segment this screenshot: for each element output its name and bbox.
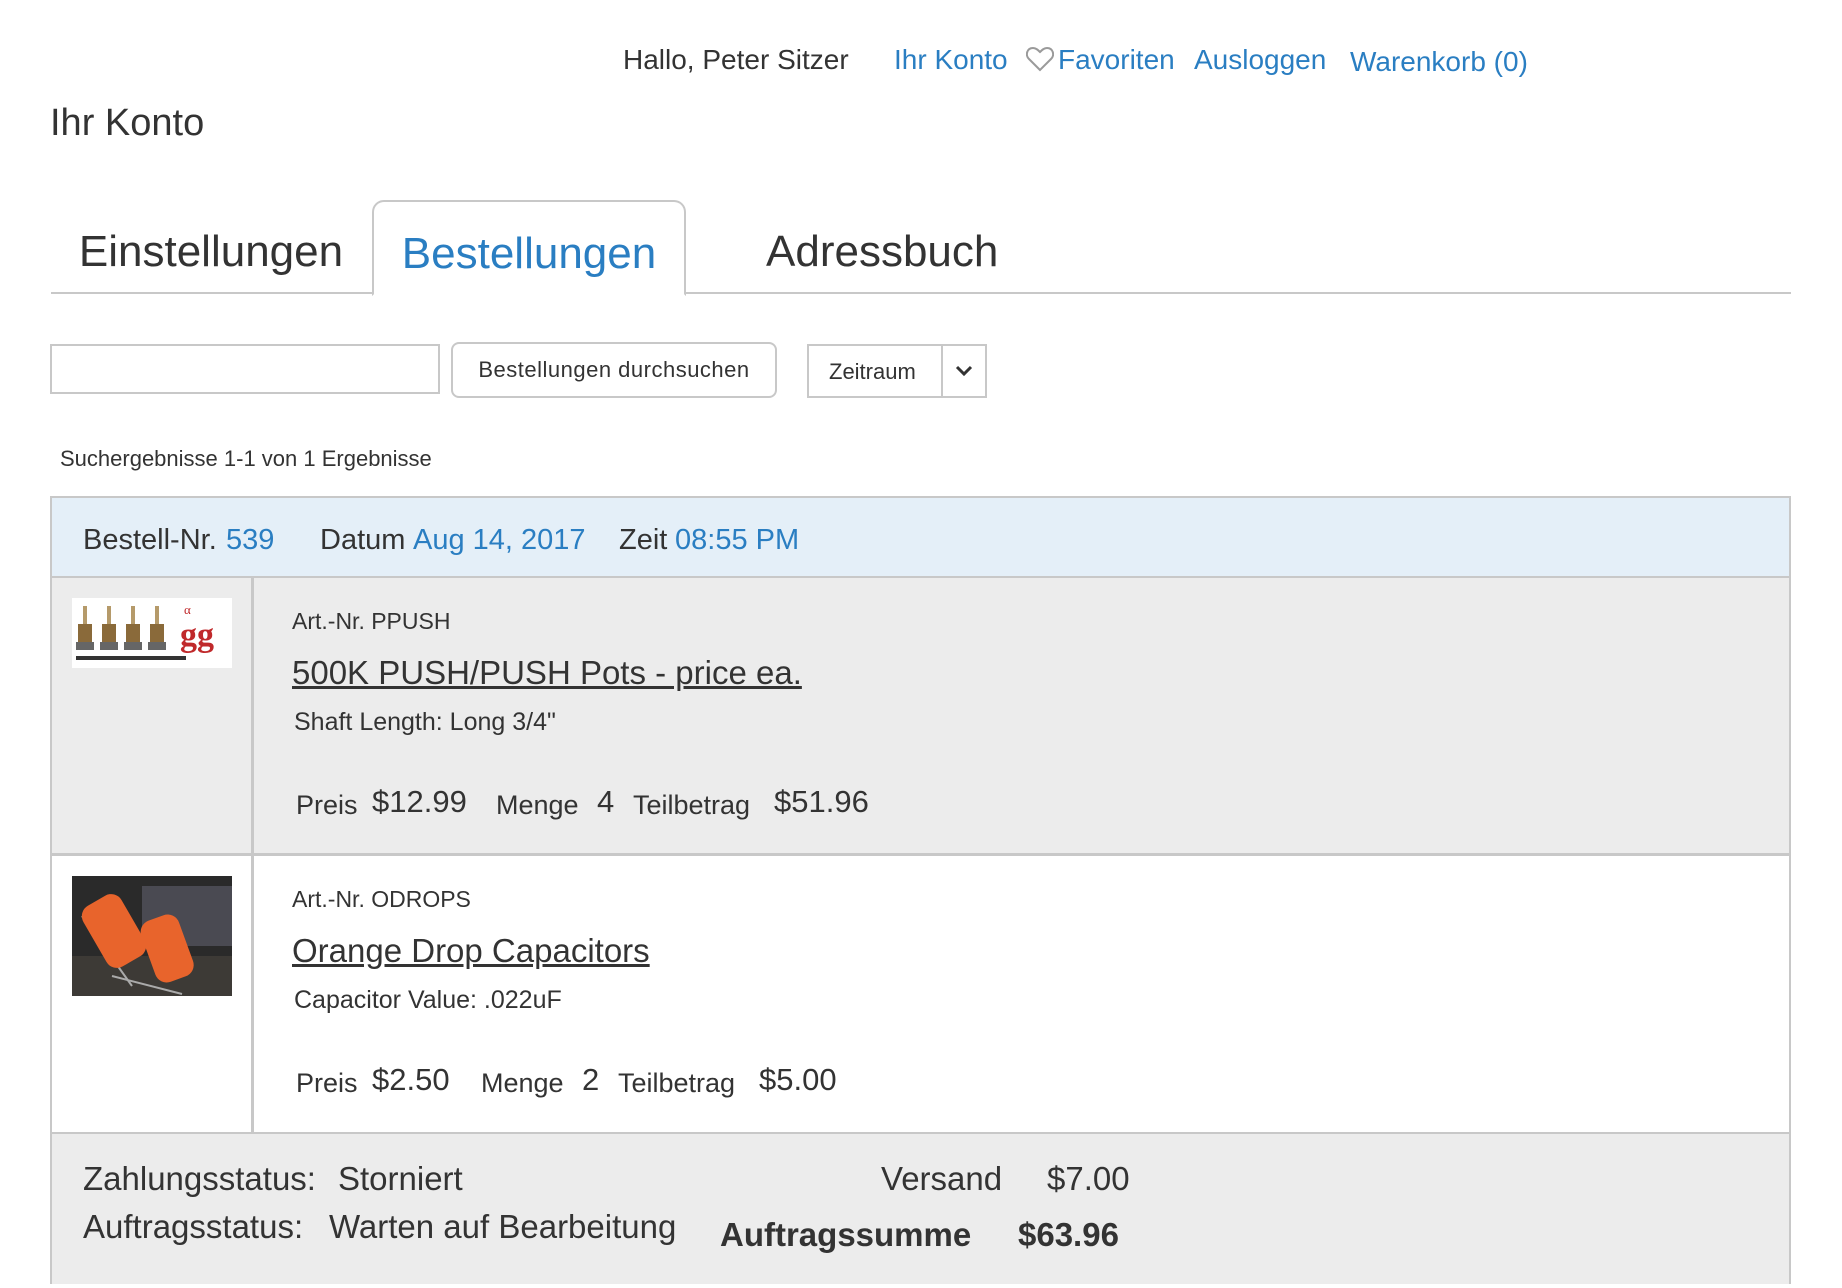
order-time-label: Zeit [619, 524, 668, 556]
favorites-label: Favoriten [1058, 44, 1175, 75]
logout-link[interactable]: Ausloggen [1194, 44, 1326, 76]
order-status-label: Auftragsstatus: [83, 1208, 304, 1245]
subtotal-value: $51.96 [774, 784, 869, 819]
payment-status-value: Storniert [338, 1160, 463, 1197]
order-item: gg α Art.-Nr. PPUSH 500K PUSH/PUSH Pots … [52, 578, 1789, 856]
qty-value: 2 [582, 1062, 600, 1097]
qty-label: Menge [496, 790, 579, 820]
order-summary: Zahlungsstatus: Storniert Auftragsstatus… [52, 1134, 1789, 1284]
item-image-cell [52, 856, 254, 1132]
item-option: Capacitor Value: .022uF [294, 986, 562, 1014]
order-item: Art.-Nr. ODROPS Orange Drop Capacitors C… [52, 856, 1789, 1134]
subtotal-label: Teilbetrag [618, 1068, 736, 1098]
results-count: Suchergebnisse 1-1 von 1 Ergebnisse [60, 446, 432, 471]
heart-icon [1026, 46, 1054, 72]
item-image-cell: gg α [52, 578, 254, 853]
price-label: Preis [296, 790, 358, 820]
price-label: Preis [296, 1068, 358, 1098]
account-tabs: Einstellungen Bestellungen Adressbuch [51, 200, 1791, 296]
price-value: $12.99 [372, 784, 467, 819]
item-sku: Art.-Nr. ODROPS [292, 886, 471, 912]
page-title: Ihr Konto [50, 102, 205, 144]
order-number: 539 [226, 524, 275, 556]
order-date-label: Datum [320, 524, 406, 556]
item-sku: Art.-Nr. PPUSH [292, 608, 451, 634]
tab-orders[interactable]: Bestellungen [372, 200, 686, 296]
price-value: $2.50 [372, 1062, 450, 1097]
item-name-link[interactable]: Orange Drop Capacitors [292, 932, 650, 970]
greeting-text: Hallo, Peter Sitzer [623, 44, 849, 75]
order-total-label: Auftragssumme [720, 1216, 972, 1253]
item-name-link[interactable]: 500K PUSH/PUSH Pots - price ea. [292, 654, 802, 692]
order-date: Aug 14, 2017 [413, 524, 586, 556]
qty-value: 4 [597, 784, 615, 819]
account-link[interactable]: Ihr Konto [894, 44, 1008, 76]
order-total-value: $63.96 [1018, 1216, 1119, 1253]
item-option: Shaft Length: Long 3/4" [294, 708, 556, 736]
qty-label: Menge [481, 1068, 564, 1098]
order-header: Bestell-Nr. 539 Datum Aug 14, 2017 Zeit … [52, 498, 1789, 578]
search-orders-button[interactable]: Bestellungen durchsuchen [451, 342, 777, 398]
payment-status-label: Zahlungsstatus: [83, 1160, 316, 1197]
period-select-label: Zeitraum [829, 359, 916, 384]
product-image-capacitors[interactable] [72, 876, 232, 996]
product-image-pots[interactable]: gg α [72, 598, 232, 668]
order-number-label: Bestell-Nr. [83, 524, 217, 556]
svg-text:gg: gg [180, 617, 214, 654]
period-select[interactable]: Zeitraum [807, 344, 987, 398]
order-status-value: Warten auf Bearbeitung [329, 1208, 677, 1245]
subtotal-value: $5.00 [759, 1062, 837, 1097]
order-time: 08:55 PM [675, 524, 800, 556]
tab-settings[interactable]: Einstellungen [51, 200, 371, 292]
order-card: Bestell-Nr. 539 Datum Aug 14, 2017 Zeit … [50, 496, 1791, 1284]
shipping-label: Versand [881, 1160, 1003, 1197]
chevron-down-icon [955, 365, 973, 377]
shipping-value: $7.00 [1047, 1160, 1130, 1197]
favorites-link[interactable]: Favoriten [1026, 44, 1175, 76]
cart-link[interactable]: Warenkorb (0) [1350, 46, 1528, 78]
select-arrow[interactable] [941, 346, 985, 396]
subtotal-label: Teilbetrag [633, 790, 751, 820]
order-search-input[interactable] [50, 344, 440, 394]
tab-address-book[interactable]: Adressbuch [684, 200, 1074, 292]
svg-text:α: α [184, 602, 191, 617]
